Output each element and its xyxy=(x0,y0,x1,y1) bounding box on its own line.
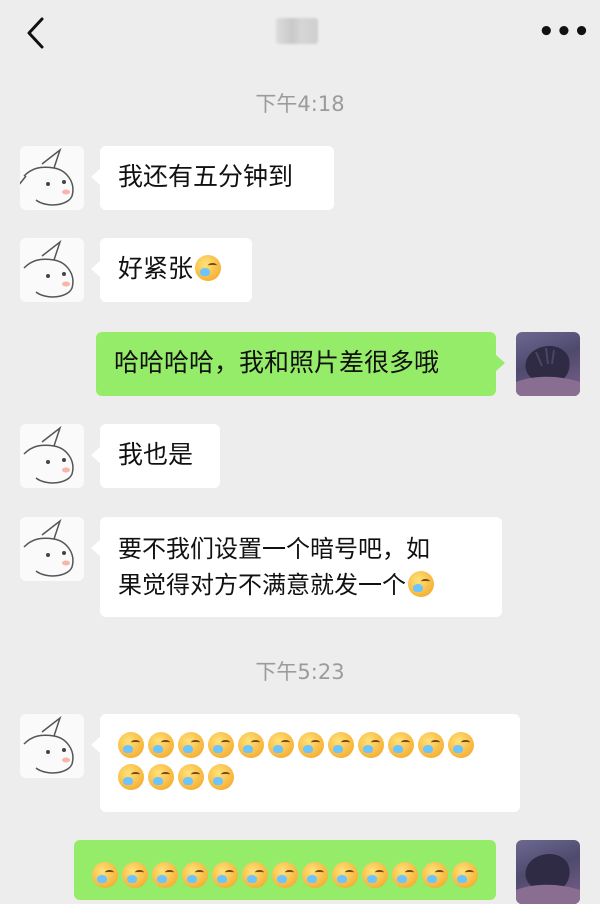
facepalm-emoji-icon xyxy=(418,732,444,758)
facepalm-emoji-icon xyxy=(195,255,222,281)
message-text: 哈哈哈哈，我和照片差很多哦 xyxy=(114,348,440,377)
my-avatar[interactable] xyxy=(516,332,580,396)
pikachu-avatar-icon xyxy=(23,425,74,484)
message-text: 我还有五分钟到 xyxy=(118,162,294,191)
pikachu-avatar-icon xyxy=(23,518,74,577)
facepalm-emoji-icon xyxy=(408,571,434,597)
portrait-avatar-icon xyxy=(516,853,580,904)
facepalm-emoji-icon xyxy=(362,862,388,888)
avatar[interactable] xyxy=(20,424,84,488)
emoji-message-bubble-outgoing[interactable] xyxy=(74,840,496,900)
facepalm-emoji-icon xyxy=(298,732,324,758)
facepalm-emoji-icon xyxy=(182,862,208,888)
back-button[interactable] xyxy=(22,16,50,50)
more-icon[interactable]: ••• xyxy=(538,19,590,45)
timestamp: 下午4:18 xyxy=(255,92,345,116)
portrait-avatar-icon xyxy=(516,345,580,396)
facepalm-emoji-icon xyxy=(178,764,204,790)
my-avatar[interactable] xyxy=(516,840,580,904)
chevron-left-icon xyxy=(27,17,44,49)
avatar[interactable] xyxy=(20,517,84,581)
pikachu-avatar-icon xyxy=(23,239,74,298)
facepalm-emoji-icon xyxy=(148,732,174,758)
facepalm-emoji-icon xyxy=(242,862,268,888)
facepalm-emoji-icon xyxy=(272,862,298,888)
facepalm-emoji-icon xyxy=(208,732,234,758)
message-bubble[interactable]: 我也是 xyxy=(91,424,220,488)
facepalm-emoji-icon xyxy=(358,732,384,758)
avatar[interactable] xyxy=(20,146,84,210)
message-text: 我也是 xyxy=(118,440,194,469)
timestamp: 下午5:23 xyxy=(255,660,345,684)
facepalm-emoji-icon xyxy=(422,862,448,888)
facepalm-emoji-icon xyxy=(302,862,328,888)
emoji-message-bubble[interactable] xyxy=(91,714,520,812)
facepalm-emoji-icon xyxy=(92,862,118,888)
facepalm-emoji-icon xyxy=(328,732,354,758)
facepalm-emoji-icon xyxy=(212,862,238,888)
facepalm-emoji-icon xyxy=(238,732,264,758)
facepalm-emoji-icon xyxy=(448,732,474,758)
facepalm-emoji-icon xyxy=(208,764,234,790)
facepalm-emoji-icon xyxy=(122,862,148,888)
pikachu-avatar-icon xyxy=(20,147,74,206)
message-text-line: 要不我们设置一个暗号吧，如 xyxy=(118,535,430,563)
facepalm-emoji-icon xyxy=(392,862,418,888)
message-bubble-outgoing[interactable]: 哈哈哈哈，我和照片差很多哦 xyxy=(96,332,505,396)
facepalm-emoji-icon xyxy=(332,862,358,888)
facepalm-emoji-icon xyxy=(452,862,478,888)
message-bubble[interactable]: 我还有五分钟到 xyxy=(91,146,334,210)
facepalm-emoji-icon xyxy=(152,862,178,888)
facepalm-emoji-icon xyxy=(178,732,204,758)
facepalm-emoji-icon xyxy=(388,732,414,758)
facepalm-emoji-icon xyxy=(148,764,174,790)
chat-title xyxy=(276,18,318,44)
avatar[interactable] xyxy=(20,238,84,302)
message-bubble[interactable]: 要不我们设置一个暗号吧，如 果觉得对方不满意就发一个 xyxy=(91,517,502,617)
message-text: 好紧张 xyxy=(118,254,194,283)
facepalm-emoji-icon xyxy=(268,732,294,758)
message-text-line: 果觉得对方不满意就发一个 xyxy=(118,571,406,599)
message-bubble[interactable]: 好紧张 xyxy=(91,238,252,302)
pikachu-avatar-icon xyxy=(23,715,74,774)
avatar[interactable] xyxy=(20,714,84,778)
chat-header: ••• xyxy=(0,0,600,66)
facepalm-emoji-icon xyxy=(118,732,144,758)
facepalm-emoji-icon xyxy=(118,764,144,790)
